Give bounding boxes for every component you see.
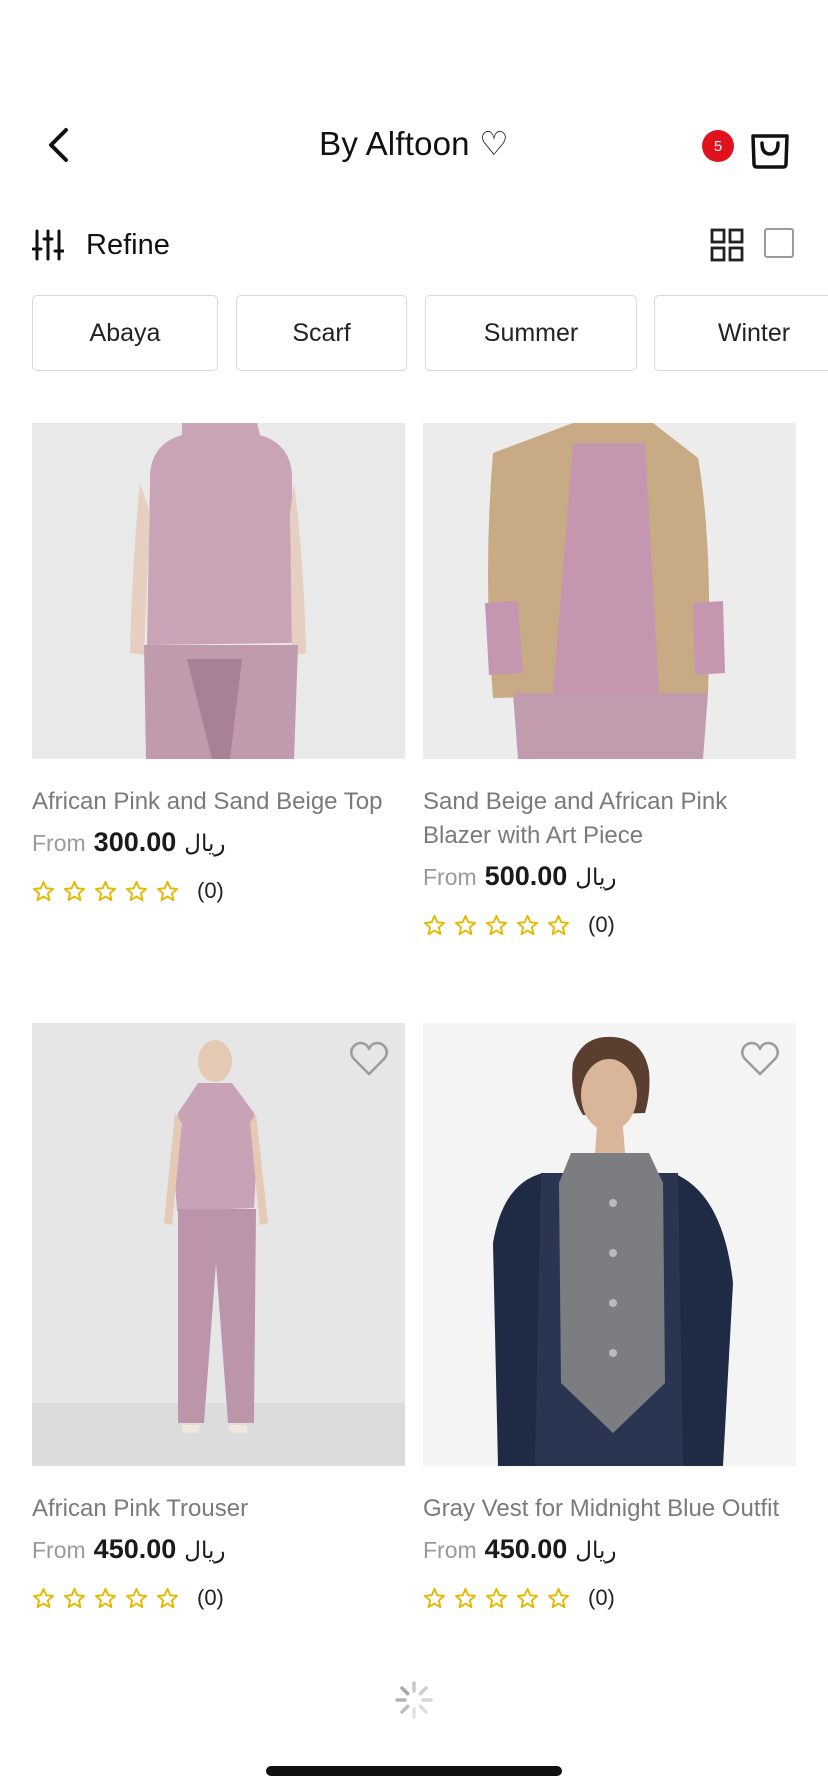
star-icon <box>94 880 117 901</box>
rating-count: (0) <box>197 878 224 903</box>
star-icon <box>125 1587 148 1608</box>
rating-count: (0) <box>588 1585 615 1610</box>
heart-icon[interactable] <box>740 1041 780 1077</box>
filter-bar: Refine <box>0 220 828 270</box>
product-name[interactable]: Sand Beige and African Pink Blazer with … <box>423 785 796 853</box>
star-icon <box>547 1587 570 1608</box>
grid-view-icon[interactable] <box>710 228 744 262</box>
refine-label: Refine <box>86 228 170 261</box>
rating-stars: (0) <box>423 912 796 938</box>
heart-icon[interactable] <box>349 1041 389 1077</box>
product-name[interactable]: African Pink and Sand Beige Top <box>32 785 405 819</box>
rating-stars: (0) <box>32 878 405 904</box>
product-photo <box>32 1023 405 1466</box>
star-icon <box>125 880 148 901</box>
product-name[interactable]: African Pink Trouser <box>32 1492 405 1526</box>
rating-stars: (0) <box>32 1585 405 1611</box>
product-image[interactable] <box>32 423 405 759</box>
star-icon <box>485 1587 508 1608</box>
chip-abaya[interactable]: Abaya <box>32 295 218 371</box>
price-currency: ريال <box>184 1537 226 1563</box>
star-icon <box>547 914 570 935</box>
chip-winter[interactable]: Winter <box>654 295 828 371</box>
product-photo <box>32 423 405 759</box>
product-card[interactable]: African Pink Trouser From 450.00 ريال (0… <box>32 1023 405 1611</box>
chip-scarf[interactable]: Scarf <box>236 295 407 371</box>
rating-stars: (0) <box>423 1585 796 1611</box>
price-amount: 300.00 <box>93 827 177 857</box>
home-indicator <box>266 1766 562 1776</box>
star-icon <box>516 914 539 935</box>
shopping-bag-icon <box>751 134 789 169</box>
sliders-icon <box>32 229 64 261</box>
star-icon <box>94 1587 117 1608</box>
cart-button[interactable]: 5 <box>702 122 792 170</box>
product-image[interactable] <box>423 423 796 759</box>
star-icon <box>156 1587 179 1608</box>
star-icon <box>63 1587 86 1608</box>
product-card[interactable]: Gray Vest for Midnight Blue Outfit From … <box>423 1023 796 1611</box>
product-card[interactable]: Sand Beige and African Pink Blazer with … <box>423 423 796 938</box>
product-price: From 450.00 ريال <box>423 1534 796 1565</box>
star-icon <box>32 880 55 901</box>
loading-spinner-icon <box>395 1681 433 1719</box>
product-price: From 500.00 ريال <box>423 861 796 892</box>
star-icon <box>454 1587 477 1608</box>
single-view-icon[interactable] <box>764 228 794 258</box>
price-currency: ريال <box>575 864 617 890</box>
price-currency: ريال <box>184 830 226 856</box>
star-icon <box>516 1587 539 1608</box>
star-icon <box>423 914 446 935</box>
price-amount: 450.00 <box>93 1534 177 1564</box>
app-root: By Alftoon ♡ 5 Refine Abaya Scarf Summer… <box>0 0 828 1792</box>
price-amount: 450.00 <box>484 1534 568 1564</box>
star-icon <box>454 914 477 935</box>
product-image[interactable] <box>423 1023 796 1466</box>
product-price: From 450.00 ريال <box>32 1534 405 1565</box>
star-icon <box>156 880 179 901</box>
chip-summer[interactable]: Summer <box>425 295 637 371</box>
price-prefix: From <box>423 864 477 890</box>
product-image[interactable] <box>32 1023 405 1466</box>
product-price: From 300.00 ريال <box>32 827 405 858</box>
price-prefix: From <box>32 1537 86 1563</box>
star-icon <box>485 914 508 935</box>
star-icon <box>423 1587 446 1608</box>
price-amount: 500.00 <box>484 861 568 891</box>
product-photo <box>423 423 796 759</box>
rating-count: (0) <box>197 1585 224 1610</box>
price-currency: ريال <box>575 1537 617 1563</box>
rating-count: (0) <box>588 912 615 937</box>
star-icon <box>32 1587 55 1608</box>
product-photo <box>423 1023 796 1466</box>
cart-count-badge: 5 <box>702 130 734 162</box>
star-icon <box>63 880 86 901</box>
price-prefix: From <box>423 1537 477 1563</box>
product-name[interactable]: Gray Vest for Midnight Blue Outfit <box>423 1492 796 1526</box>
product-card[interactable]: African Pink and Sand Beige Top From 300… <box>32 423 405 904</box>
refine-button[interactable]: Refine <box>32 224 170 266</box>
top-bar: By Alftoon ♡ 5 <box>0 110 828 180</box>
price-prefix: From <box>32 830 86 856</box>
